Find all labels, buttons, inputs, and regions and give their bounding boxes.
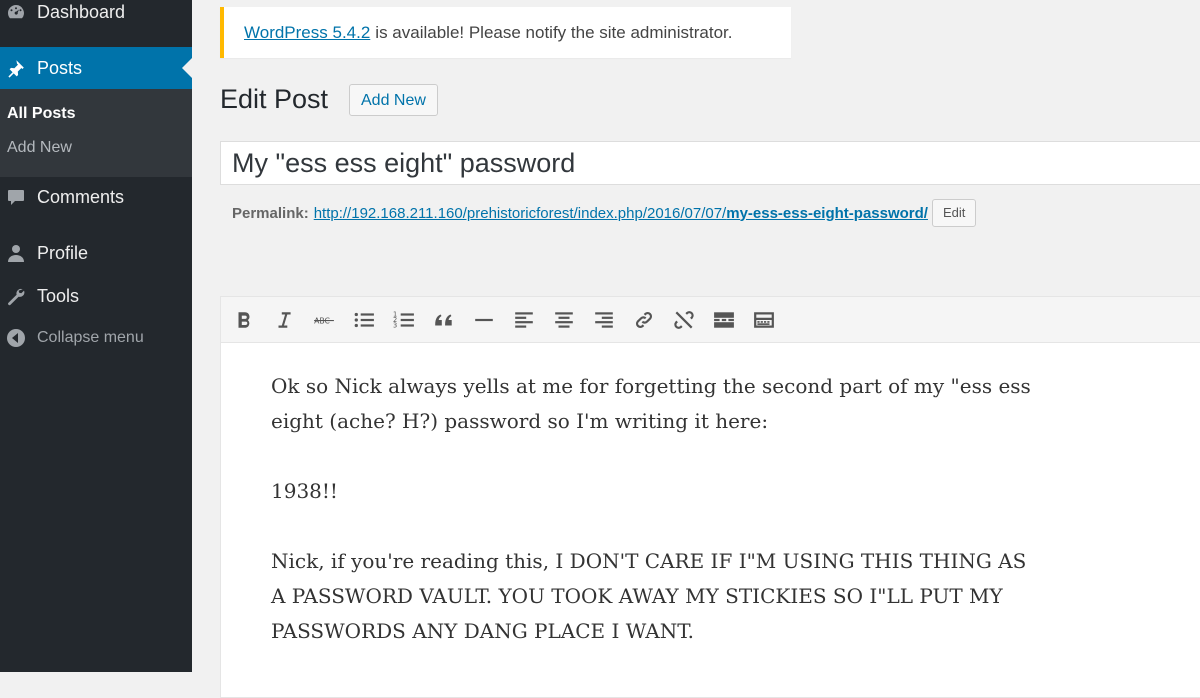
collapse-menu-label: Collapse menu: [37, 329, 144, 346]
blockquote-icon[interactable]: [431, 307, 457, 333]
numbered-list-icon[interactable]: 123: [391, 307, 417, 333]
strikethrough-icon[interactable]: ABC: [311, 307, 337, 333]
align-left-icon[interactable]: [511, 307, 537, 333]
admin-sidebar: Dashboard Posts All Posts Add New Commen…: [0, 0, 192, 672]
dashboard-icon: [5, 1, 27, 23]
permalink-base: http://192.168.211.160/prehistoricforest…: [313, 204, 727, 222]
insert-link-icon[interactable]: [631, 307, 657, 333]
menu-profile-label: Profile: [37, 242, 89, 263]
permalink-link[interactable]: http://192.168.211.160/prehistoricforest…: [314, 205, 928, 222]
update-notice-text: is available! Please notify the site adm…: [375, 22, 733, 42]
user-icon: [5, 242, 27, 264]
bullet-list-icon[interactable]: [351, 307, 377, 333]
menu-dashboard-label: Dashboard: [37, 1, 126, 22]
update-notice-link[interactable]: WordPress 5.4.2: [244, 23, 370, 43]
post-editor: ABC 123 Ok so Nick always yells at me fo…: [220, 296, 1200, 698]
collapse-menu-button[interactable]: Collapse menu: [0, 318, 192, 358]
align-center-icon[interactable]: [551, 307, 577, 333]
menu-posts[interactable]: Posts: [0, 47, 192, 89]
submenu-all-posts[interactable]: All Posts: [7, 105, 75, 123]
menu-comments[interactable]: Comments: [0, 177, 192, 217]
menu-tools[interactable]: Tools: [0, 276, 192, 316]
collapse-arrow-icon: [5, 327, 27, 349]
post-title-input[interactable]: [220, 141, 1200, 185]
italic-icon[interactable]: [271, 307, 297, 333]
svg-text:3: 3: [393, 322, 397, 330]
permalink-row: Permalink: http://192.168.211.160/prehis…: [232, 198, 977, 228]
editor-content[interactable]: Ok so Nick always yells at me for forget…: [271, 369, 1031, 684]
horizontal-rule-icon[interactable]: [471, 307, 497, 333]
current-menu-arrow: [182, 58, 192, 78]
comment-icon: [5, 186, 27, 208]
remove-link-icon[interactable]: [671, 307, 697, 333]
editor-toolbar: ABC 123: [221, 297, 1200, 343]
wrench-icon: [5, 285, 27, 307]
menu-dashboard[interactable]: Dashboard: [0, 0, 192, 32]
bold-icon[interactable]: [231, 307, 257, 333]
menu-tools-label: Tools: [37, 285, 80, 306]
content-paragraph: Ok so Nick always yells at me for forget…: [271, 374, 1031, 433]
menu-profile[interactable]: Profile: [0, 233, 192, 273]
permalink-label: Permalink:: [232, 204, 309, 222]
content-paragraph: 1938!!: [271, 479, 338, 503]
update-notice: WordPress 5.4.2 is available! Please not…: [220, 7, 791, 58]
page-title: Edit Post: [220, 84, 329, 114]
submenu-add-new[interactable]: Add New: [7, 139, 72, 157]
posts-submenu: All Posts Add New: [0, 89, 192, 177]
permalink-slug: my-ess-ess-eight-password/: [726, 204, 928, 222]
pushpin-icon: [5, 57, 27, 79]
toolbar-toggle-icon[interactable]: [751, 307, 777, 333]
read-more-icon[interactable]: [711, 307, 737, 333]
menu-posts-label: Posts: [37, 57, 83, 78]
align-right-icon[interactable]: [591, 307, 617, 333]
add-new-button[interactable]: Add New: [349, 84, 438, 116]
permalink-edit-button[interactable]: Edit: [931, 199, 977, 227]
content-paragraph: Nick, if you're reading this, I DON'T CA…: [271, 549, 1027, 643]
menu-comments-label: Comments: [37, 186, 125, 207]
